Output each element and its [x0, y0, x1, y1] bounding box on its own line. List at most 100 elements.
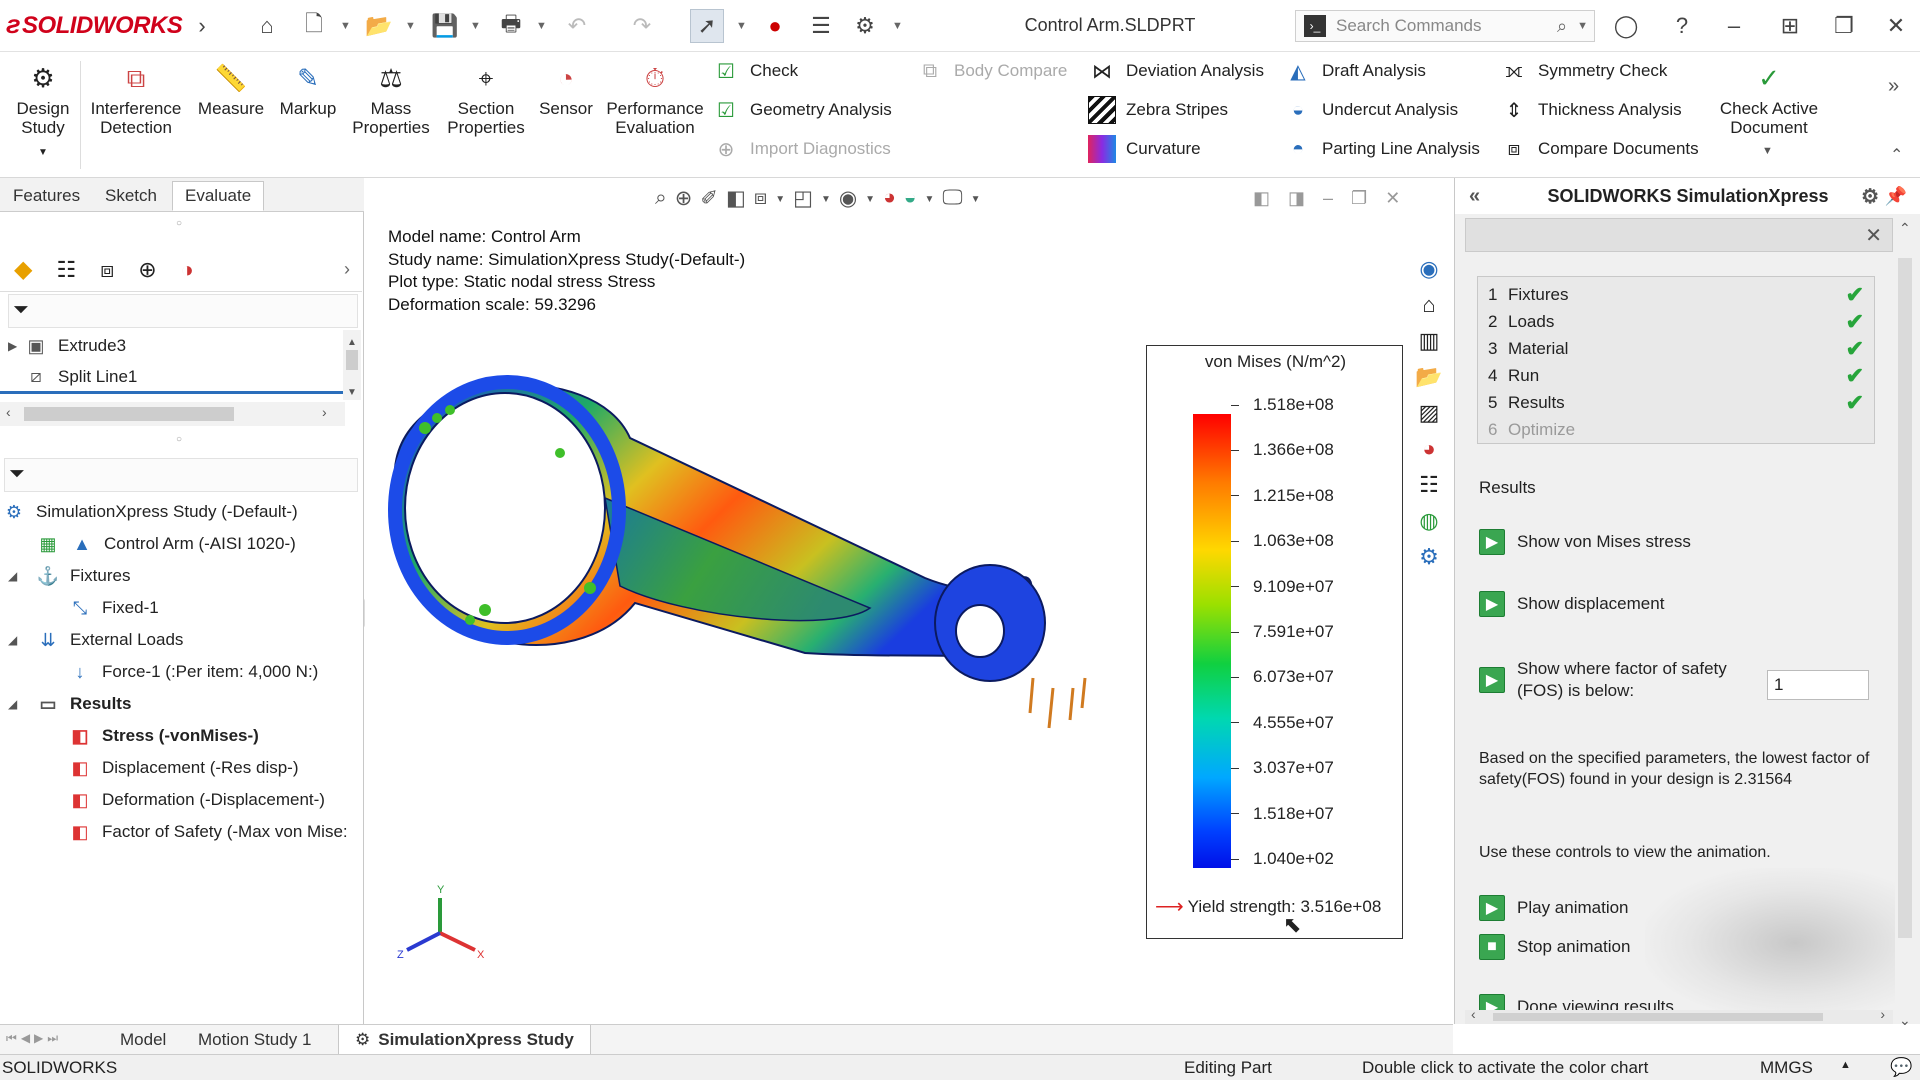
- vertical-scrollbar[interactable]: ▲ ▼: [343, 330, 361, 400]
- tree-item-simulation-study[interactable]: ⚙ SimulationXpress Study (-Default-): [0, 496, 362, 528]
- tab-motion-study[interactable]: Motion Study 1: [182, 1025, 327, 1055]
- simulationxpress-icon[interactable]: ⚙: [1412, 540, 1446, 574]
- control-arm-model[interactable]: [365, 348, 1165, 848]
- tab-model[interactable]: Model: [104, 1025, 182, 1055]
- chevron-right-icon[interactable]: ▶: [0, 339, 24, 353]
- import-diagnostics-button[interactable]: ⊕ Import Diagnostics: [712, 135, 891, 163]
- open-folder-icon[interactable]: 📂: [362, 9, 396, 43]
- wizard-step[interactable]: 1 Fixtures ✔: [1488, 281, 1864, 308]
- tree-item-part[interactable]: ▦ ▲ Control Arm (-AISI 1020-): [0, 528, 362, 560]
- apply-scene-icon[interactable]: ◒: [904, 186, 917, 211]
- previous-viewport-icon[interactable]: ◧: [1253, 188, 1270, 209]
- zebra-stripes-button[interactable]: Zebra Stripes: [1088, 96, 1228, 124]
- tree-item-factor-of-safety[interactable]: ◧ Factor of Safety (-Max von Mise:: [0, 816, 362, 848]
- splitter-handle[interactable]: ○: [176, 434, 182, 445]
- tree-item-split-line1[interactable]: ⧄ Split Line1: [0, 362, 345, 394]
- interference-detection-button[interactable]: ⧉ Interference Detection: [86, 61, 186, 138]
- display-style-icon[interactable]: ◰: [793, 186, 813, 211]
- chevron-up-icon[interactable]: ▲: [1840, 1059, 1851, 1071]
- wizard-step[interactable]: 5 Results ✔: [1488, 389, 1864, 416]
- tree-item-extrude3[interactable]: ▶ ▣ Extrude3: [0, 330, 345, 362]
- solidworks-logo[interactable]: ƨSOLIDWORKS: [6, 9, 183, 40]
- check-active-document-button[interactable]: ✓ Check Active Document: [1714, 61, 1824, 138]
- tab-scroll-controls[interactable]: ⏮ ◀ ▶ ⏭: [6, 1031, 58, 1046]
- undo-icon[interactable]: ↶: [560, 9, 594, 43]
- wizard-step[interactable]: 3 Material ✔: [1488, 335, 1864, 362]
- search-icon[interactable]: ⌕: [1557, 16, 1567, 37]
- first-tab-icon[interactable]: ⏮: [6, 1031, 17, 1046]
- parting-line-analysis-button[interactable]: ◓ Parting Line Analysis: [1284, 135, 1480, 163]
- wizard-step[interactable]: 2 Loads ✔: [1488, 308, 1864, 335]
- new-document-icon[interactable]: 🗋: [297, 9, 331, 43]
- viewport-restore-button[interactable]: ❐: [1351, 188, 1367, 209]
- unit-system-selector[interactable]: MMGS: [1760, 1058, 1813, 1078]
- tree-item-deformation[interactable]: ◧ Deformation (-Displacement-): [0, 784, 362, 816]
- mass-properties-button[interactable]: ⚖ Mass Properties: [348, 61, 434, 138]
- show-displacement-button[interactable]: ▶ Show displacement: [1479, 591, 1664, 617]
- hide-show-items-icon[interactable]: ◉: [839, 186, 857, 211]
- dimxpert-manager-icon[interactable]: ⊕: [138, 257, 156, 283]
- solidworks-forum-icon[interactable]: ◍: [1412, 504, 1446, 538]
- display-manager-icon[interactable]: ◑: [181, 257, 194, 283]
- geometry-analysis-button[interactable]: ☑ Geometry Analysis: [712, 96, 892, 124]
- simulation-filter-bar[interactable]: ⏷: [4, 458, 358, 492]
- panel-horizontal-scrollbar[interactable]: ‹ ›: [1465, 1006, 1893, 1024]
- select-pointer-icon[interactable]: ➚: [690, 9, 724, 43]
- ribbon-expand-icon[interactable]: »: [1888, 75, 1899, 98]
- chevron-down-icon[interactable]: ▼: [470, 20, 481, 32]
- markup-button[interactable]: ✎ Markup: [272, 61, 344, 119]
- view-palette-icon[interactable]: ▨: [1412, 396, 1446, 430]
- configuration-manager-icon[interactable]: ⧈: [100, 257, 114, 283]
- chevron-down-icon[interactable]: ▼: [892, 20, 903, 32]
- undercut-analysis-button[interactable]: ◒ Undercut Analysis: [1284, 96, 1458, 124]
- pin-icon[interactable]: 📌: [1885, 186, 1907, 207]
- design-library-icon[interactable]: ▥: [1412, 324, 1446, 358]
- chevron-down-icon[interactable]: ▼: [736, 20, 747, 32]
- tab-simulationxpress-study[interactable]: ⚙ SimulationXpress Study: [338, 1025, 591, 1055]
- notifications-icon[interactable]: 💬: [1890, 1057, 1912, 1078]
- body-compare-button[interactable]: ⧉ Body Compare: [916, 57, 1068, 85]
- chevron-down-icon[interactable]: ◢: [8, 697, 36, 711]
- chevron-down-icon[interactable]: ▼: [971, 186, 981, 211]
- play-animation-button[interactable]: ▶ Play animation: [1479, 895, 1629, 921]
- options-gear-icon[interactable]: ⚙: [1861, 184, 1879, 209]
- horizontal-scrollbar[interactable]: ‹ ›: [0, 402, 345, 426]
- draft-analysis-button[interactable]: ◭ Draft Analysis: [1284, 57, 1426, 85]
- chevron-down-icon[interactable]: ▼: [821, 186, 831, 211]
- user-account-icon[interactable]: ◯: [1608, 8, 1644, 44]
- edit-appearance-icon[interactable]: ◕: [883, 186, 896, 211]
- zoom-to-area-icon[interactable]: ⊕: [675, 186, 693, 211]
- chevron-down-icon[interactable]: ▼: [775, 186, 785, 211]
- collapse-panel-icon[interactable]: «: [1469, 185, 1480, 208]
- options-gear-icon[interactable]: ⚙: [848, 9, 882, 43]
- deviation-analysis-button[interactable]: ⋈ Deviation Analysis: [1088, 57, 1264, 85]
- chevron-down-icon[interactable]: ◢: [8, 633, 36, 647]
- chevron-down-icon[interactable]: ▼: [340, 20, 351, 32]
- appearances-icon[interactable]: ◕: [1412, 432, 1446, 466]
- tab-features[interactable]: Features: [0, 181, 93, 211]
- chevron-right-icon[interactable]: ›: [344, 259, 350, 280]
- file-properties-icon[interactable]: ☰: [804, 9, 838, 43]
- file-explorer-icon[interactable]: 📂: [1412, 360, 1446, 394]
- previous-view-icon[interactable]: ✐: [700, 186, 718, 211]
- chevron-down-icon[interactable]: ▼: [1762, 145, 1773, 157]
- feature-manager-icon[interactable]: ◆: [14, 255, 32, 284]
- tree-item-force-1[interactable]: ↓ Force-1 (:Per item: 4,000 N:): [0, 656, 362, 688]
- performance-evaluation-button[interactable]: ⏱ Performance Evaluation: [600, 61, 710, 138]
- chevron-down-icon[interactable]: ◢: [8, 569, 36, 583]
- rebuild-traffic-light-icon[interactable]: ●: [758, 9, 792, 43]
- custom-properties-icon[interactable]: ☷: [1412, 468, 1446, 502]
- fos-threshold-input[interactable]: 1: [1767, 670, 1869, 700]
- measure-button[interactable]: 📏 Measure: [192, 61, 270, 119]
- print-icon[interactable]: 🖶: [494, 9, 528, 43]
- minimize-button[interactable]: –: [1716, 8, 1752, 44]
- thickness-analysis-button[interactable]: ⇕ Thickness Analysis: [1500, 96, 1682, 124]
- next-viewport-icon[interactable]: ◨: [1288, 188, 1305, 209]
- home-icon[interactable]: ⌂: [1412, 288, 1446, 322]
- tree-item-fixtures[interactable]: ◢ ⚓ Fixtures: [0, 560, 362, 592]
- chevron-down-icon[interactable]: ▼: [1577, 20, 1588, 32]
- last-tab-icon[interactable]: ⏭: [47, 1031, 58, 1046]
- section-view-icon[interactable]: ◧: [726, 186, 746, 211]
- view-orientation-icon[interactable]: ⧈: [754, 186, 767, 211]
- property-manager-icon[interactable]: ☷: [56, 257, 76, 283]
